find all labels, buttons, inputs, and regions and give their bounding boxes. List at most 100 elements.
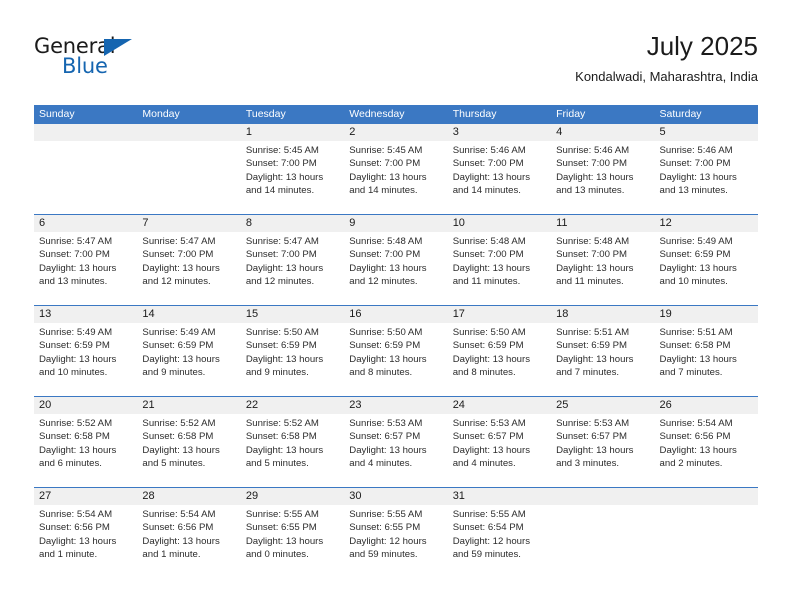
sunset-text: Sunset: 6:57 PM — [556, 431, 628, 443]
daylight-text: and 4 minutes. — [452, 457, 516, 469]
day-number[interactable]: 27 — [34, 488, 137, 505]
daylight-text: Daylight: 13 hours — [245, 353, 324, 365]
day-number[interactable]: 25 — [551, 397, 654, 414]
day-number[interactable]: 31 — [448, 488, 551, 505]
daylight-text: and 9 minutes. — [142, 366, 206, 378]
daylight-text: and 10 minutes. — [659, 275, 728, 287]
day-detail-band: Sunrise: 5:49 AM Sunset: 6:59 PM Daylight:… — [34, 323, 758, 396]
day-number[interactable]: 7 — [137, 215, 240, 232]
day-cell[interactable]: Sunrise: 5:50 AM Sunset: 6:59 PM Daylight:… — [344, 323, 447, 396]
day-cell[interactable]: Sunrise: 5:45 AM Sunset: 7:00 PM Daylight:… — [344, 141, 447, 214]
day-cell[interactable]: Sunrise: 5:49 AM Sunset: 6:59 PM Daylight:… — [655, 232, 758, 305]
day-number-empty — [34, 124, 137, 141]
day-cell[interactable]: Sunrise: 5:48 AM Sunset: 7:00 PM Daylight:… — [448, 232, 551, 305]
day-cell[interactable]: Sunrise: 5:46 AM Sunset: 7:00 PM Daylight:… — [655, 141, 758, 214]
sunrise-text: Sunrise: 5:48 AM — [349, 236, 423, 247]
day-number[interactable]: 10 — [448, 215, 551, 232]
day-cell[interactable]: Sunrise: 5:50 AM Sunset: 6:59 PM Daylight:… — [241, 323, 344, 396]
day-number[interactable]: 4 — [551, 124, 654, 141]
day-number[interactable]: 17 — [448, 306, 551, 323]
day-cell[interactable]: Sunrise: 5:49 AM Sunset: 6:59 PM Daylight:… — [34, 323, 137, 396]
day-number[interactable]: 19 — [655, 306, 758, 323]
sunset-text: Sunset: 6:59 PM — [349, 340, 421, 352]
sunrise-text: Sunrise: 5:52 AM — [39, 418, 113, 429]
day-number[interactable]: 11 — [551, 215, 654, 232]
day-number[interactable]: 26 — [655, 397, 758, 414]
day-cell-empty — [655, 505, 758, 578]
daylight-text: and 11 minutes. — [452, 275, 521, 287]
day-number[interactable]: 16 — [344, 306, 447, 323]
daylight-text: and 14 minutes. — [452, 184, 521, 196]
logo-text-blue: Blue — [62, 54, 108, 78]
day-cell[interactable]: Sunrise: 5:55 AM Sunset: 6:55 PM Daylight:… — [344, 505, 447, 578]
daylight-text: and 5 minutes. — [142, 457, 206, 469]
day-cell[interactable]: Sunrise: 5:55 AM Sunset: 6:55 PM Daylight:… — [241, 505, 344, 578]
day-cell[interactable]: Sunrise: 5:47 AM Sunset: 7:00 PM Daylight:… — [137, 232, 240, 305]
daylight-text: Daylight: 13 hours — [659, 353, 737, 365]
day-cell[interactable]: Sunrise: 5:49 AM Sunset: 6:59 PM Daylight:… — [137, 323, 240, 396]
sunrise-text: Sunrise: 5:54 AM — [659, 418, 733, 429]
day-number[interactable]: 28 — [137, 488, 240, 505]
day-number[interactable]: 30 — [344, 488, 447, 505]
sunrise-text: Sunrise: 5:49 AM — [142, 327, 216, 338]
day-number[interactable]: 6 — [34, 215, 137, 232]
daylight-text: Daylight: 13 hours — [452, 262, 531, 274]
day-cell[interactable]: Sunrise: 5:45 AM Sunset: 7:00 PM Daylight:… — [241, 141, 344, 214]
day-cell[interactable]: Sunrise: 5:50 AM Sunset: 6:59 PM Daylight:… — [448, 323, 551, 396]
day-number-band: 13 14 15 16 17 18 19 — [34, 306, 758, 323]
day-number[interactable]: 23 — [344, 397, 447, 414]
sunrise-text: Sunrise: 5:52 AM — [142, 418, 216, 429]
daylight-text: Daylight: 13 hours — [245, 262, 324, 274]
day-cell[interactable]: Sunrise: 5:48 AM Sunset: 7:00 PM Daylight:… — [551, 232, 654, 305]
day-cell[interactable]: Sunrise: 5:52 AM Sunset: 6:58 PM Daylight:… — [241, 414, 344, 487]
day-cell[interactable]: Sunrise: 5:53 AM Sunset: 6:57 PM Daylight:… — [344, 414, 447, 487]
day-number[interactable]: 18 — [551, 306, 654, 323]
day-number[interactable]: 20 — [34, 397, 137, 414]
day-number[interactable]: 2 — [344, 124, 447, 141]
general-blue-logo[interactable]: General Blue — [34, 34, 154, 82]
day-cell[interactable]: Sunrise: 5:54 AM Sunset: 6:56 PM Daylight:… — [655, 414, 758, 487]
daylight-text: and 0 minutes. — [245, 548, 309, 560]
day-number[interactable]: 29 — [241, 488, 344, 505]
calendar-page: General Blue July 2025 Kondalwadi, Mahar… — [0, 0, 792, 612]
daylight-text: Daylight: 13 hours — [452, 444, 531, 456]
calendar-week-row: 6 7 8 9 10 11 12 Sunrise: 5:47 AM Sunset: 7:00 P… — [34, 214, 758, 305]
day-cell[interactable]: Sunrise: 5:53 AM Sunset: 6:57 PM Daylight:… — [448, 414, 551, 487]
day-number[interactable]: 12 — [655, 215, 758, 232]
daylight-text: and 4 minutes. — [349, 457, 413, 469]
day-number[interactable]: 24 — [448, 397, 551, 414]
day-number[interactable]: 9 — [344, 215, 447, 232]
day-number[interactable]: 8 — [241, 215, 344, 232]
daylight-text: Daylight: 13 hours — [556, 353, 634, 365]
daylight-text: and 12 minutes. — [142, 275, 211, 287]
day-cell[interactable]: Sunrise: 5:46 AM Sunset: 7:00 PM Daylight:… — [448, 141, 551, 214]
day-cell[interactable]: Sunrise: 5:47 AM Sunset: 7:00 PM Daylight:… — [34, 232, 137, 305]
day-cell[interactable]: Sunrise: 5:52 AM Sunset: 6:58 PM Daylight:… — [137, 414, 240, 487]
day-number[interactable]: 1 — [241, 124, 344, 141]
daylight-text: and 7 minutes. — [659, 366, 723, 378]
daylight-text: and 7 minutes. — [556, 366, 620, 378]
day-cell[interactable]: Sunrise: 5:55 AM Sunset: 6:54 PM Daylight:… — [448, 505, 551, 578]
day-number[interactable]: 21 — [137, 397, 240, 414]
day-number[interactable]: 3 — [448, 124, 551, 141]
day-cell[interactable]: Sunrise: 5:52 AM Sunset: 6:58 PM Daylight:… — [34, 414, 137, 487]
day-cell[interactable]: Sunrise: 5:48 AM Sunset: 7:00 PM Daylight:… — [344, 232, 447, 305]
day-cell[interactable]: Sunrise: 5:51 AM Sunset: 6:59 PM Daylight:… — [551, 323, 654, 396]
day-number[interactable]: 14 — [137, 306, 240, 323]
day-cell[interactable]: Sunrise: 5:46 AM Sunset: 7:00 PM Daylight:… — [551, 141, 654, 214]
sunset-text: Sunset: 6:59 PM — [245, 340, 317, 352]
day-number[interactable]: 5 — [655, 124, 758, 141]
calendar-week-row: 13 14 15 16 17 18 19 Sunrise: 5:49 AM Sunset: 6:… — [34, 305, 758, 396]
day-number[interactable]: 13 — [34, 306, 137, 323]
title-block: July 2025 Kondalwadi, Maharashtra, India — [575, 30, 758, 85]
day-cell[interactable]: Sunrise: 5:54 AM Sunset: 6:56 PM Daylight:… — [34, 505, 137, 578]
day-cell[interactable]: Sunrise: 5:53 AM Sunset: 6:57 PM Daylight:… — [551, 414, 654, 487]
day-cell[interactable]: Sunrise: 5:51 AM Sunset: 6:58 PM Daylight:… — [655, 323, 758, 396]
sunset-text: Sunset: 6:59 PM — [452, 340, 524, 352]
day-number[interactable]: 15 — [241, 306, 344, 323]
daylight-text: and 6 minutes. — [39, 457, 102, 469]
day-cell[interactable]: Sunrise: 5:54 AM Sunset: 6:56 PM Daylight:… — [137, 505, 240, 578]
day-number[interactable]: 22 — [241, 397, 344, 414]
sunset-text: Sunset: 6:54 PM — [452, 522, 524, 534]
day-cell[interactable]: Sunrise: 5:47 AM Sunset: 7:00 PM Daylight:… — [241, 232, 344, 305]
